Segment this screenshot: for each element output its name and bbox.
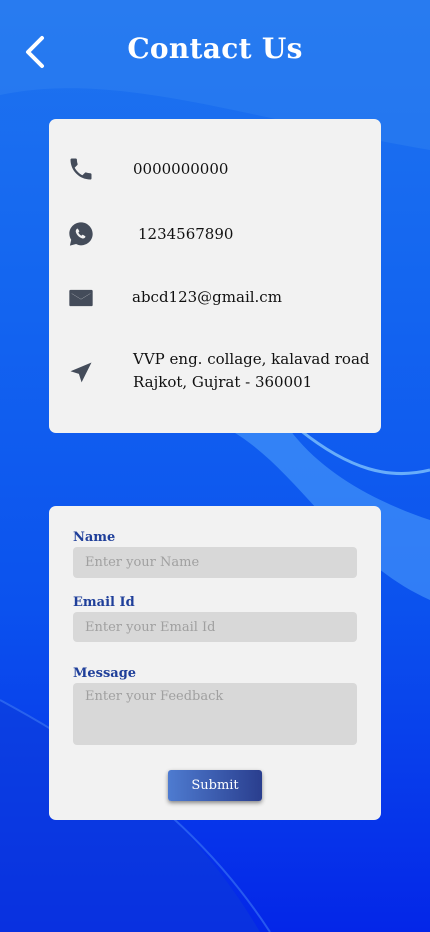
address-line-1: VVP eng. collage, kalavad road xyxy=(133,350,370,368)
address-line-2: Rajkot, Gujrat - 360001 xyxy=(133,373,313,391)
submit-button[interactable]: Submit xyxy=(168,770,262,801)
email-address: abcd123@gmail.cm xyxy=(132,288,282,306)
email-label: Email Id xyxy=(73,595,135,610)
whatsapp-icon xyxy=(69,222,93,246)
page-title: Contact Us xyxy=(127,32,303,65)
phone-number: 0000000000 xyxy=(133,160,229,178)
feedback-form-card: Name Email Id Message Submit xyxy=(49,506,381,820)
message-label: Message xyxy=(73,666,137,681)
location-arrow-icon xyxy=(70,362,92,383)
whatsapp-number: 1234567890 xyxy=(138,225,234,243)
header: Contact Us xyxy=(0,0,430,105)
name-input[interactable] xyxy=(73,547,357,578)
email-input[interactable] xyxy=(73,612,357,642)
name-label: Name xyxy=(73,530,116,545)
phone-icon xyxy=(70,158,92,180)
message-textarea[interactable] xyxy=(73,683,357,745)
contact-info-card: 0000000000 1234567890 abcd123@gmail.cm V… xyxy=(49,119,381,433)
mail-icon xyxy=(69,289,93,307)
